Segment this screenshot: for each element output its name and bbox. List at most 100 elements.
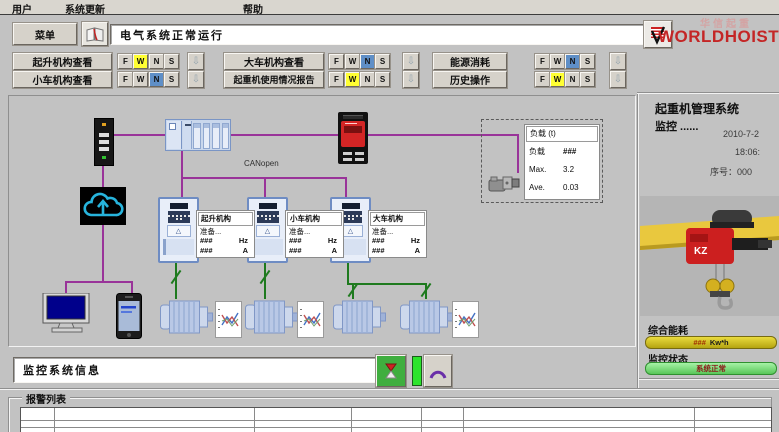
load-value: ###: [563, 143, 576, 161]
energy-unit: Kw*h: [710, 338, 729, 347]
fwns-trolley-n[interactable]: N: [149, 72, 164, 87]
bus-line: [229, 134, 338, 136]
energy-value: ###: [693, 338, 706, 347]
separator: [0, 388, 779, 390]
drive-title: 大车机构: [370, 212, 425, 226]
desktop-computer-icon: [40, 293, 96, 335]
down-arrow-icon: ⇩: [192, 75, 200, 85]
brand-logo: WORLDHOIST: [658, 27, 779, 47]
trend-chart-icon: [215, 301, 242, 338]
drive-frequency-value: ###: [200, 236, 213, 246]
load-label: 负载: [529, 143, 563, 161]
report-download-button[interactable]: ⇩: [403, 71, 419, 88]
drive-info-gantry: 大车机构 准备... ###Hz ###A: [368, 210, 427, 258]
vfd-hoist-icon: △: [158, 197, 199, 263]
drive-current-unit: A: [415, 246, 420, 256]
separator: [639, 378, 779, 380]
nav-history-button[interactable]: 历史操作: [433, 71, 507, 88]
drive-current-unit: A: [243, 246, 248, 256]
drive-current-value: ###: [200, 246, 213, 256]
hourglass-icon: [382, 361, 400, 381]
trend-chart-icon: [452, 301, 479, 338]
menu-help[interactable]: 帮助: [243, 1, 263, 16]
fwns-trolley-s[interactable]: S: [164, 72, 179, 87]
nav-gantry-view-button[interactable]: 大车机构查看: [224, 53, 324, 70]
fwns-history-f[interactable]: F: [535, 72, 550, 87]
separator: [637, 93, 639, 388]
monitor-info-field[interactable]: 监控系统信息: [13, 357, 376, 383]
load-ave-label: Ave.: [529, 179, 563, 197]
cloud-upload-icon: [80, 187, 126, 225]
trend-chart-icon: [297, 301, 324, 338]
fwns-report-f[interactable]: F: [329, 72, 344, 87]
nav-energy-button[interactable]: 能源消耗: [433, 53, 507, 70]
alarm-ack-button[interactable]: [376, 355, 406, 387]
fwns-energy-s[interactable]: S: [580, 54, 595, 69]
fwns-history-s[interactable]: S: [580, 72, 595, 87]
fwns-energy-n[interactable]: N: [565, 54, 580, 69]
fwns-hoist-s[interactable]: S: [164, 54, 179, 69]
down-arrow-icon: ⇩: [614, 75, 622, 85]
drive-frequency-unit: Hz: [411, 236, 420, 246]
menu-system-update[interactable]: 系统更新: [65, 1, 105, 16]
gantry-download-button[interactable]: ⇩: [403, 53, 419, 70]
fwns-hoist-w[interactable]: W: [133, 54, 148, 69]
ethernet-switch-icon: [94, 118, 114, 166]
fwns-energy-f[interactable]: F: [535, 54, 550, 69]
drive-frequency-value: ###: [372, 236, 385, 246]
trolley-download-button[interactable]: ⇩: [188, 71, 204, 88]
bus-line: [345, 177, 347, 197]
drive-frequency-value: ###: [289, 236, 302, 246]
drive-frequency-unit: Hz: [239, 236, 248, 246]
drive-frequency-unit: Hz: [328, 236, 337, 246]
bus-line: [112, 134, 165, 136]
load-max-value: 3.2: [563, 161, 574, 179]
time-display: 18:06:: [735, 147, 760, 157]
plc-icon: [165, 119, 231, 151]
sidebar-subtitle: 监控 ......: [655, 118, 698, 134]
down-arrow-icon: ⇩: [192, 57, 200, 67]
system-status-field[interactable]: 电气系统正常运行: [110, 24, 649, 45]
fwns-gantry-s[interactable]: S: [375, 54, 390, 69]
fwns-gantry-f[interactable]: F: [329, 54, 344, 69]
load-cell-icon: [487, 171, 521, 195]
fwns-report-n[interactable]: N: [360, 72, 375, 87]
fwns-energy-w[interactable]: W: [550, 54, 565, 69]
fwns-gantry-n[interactable]: N: [360, 54, 375, 69]
trend-curve-button[interactable]: [424, 355, 452, 387]
bus-line: [65, 281, 133, 283]
history-download-button[interactable]: ⇩: [610, 71, 626, 88]
hoist-download-button[interactable]: ⇩: [188, 53, 204, 70]
logbook-button[interactable]: [82, 22, 108, 46]
serial-display: 序号：000: [710, 165, 752, 178]
fwns-report-s[interactable]: S: [375, 72, 390, 87]
alarm-table[interactable]: [20, 407, 772, 432]
fwns-history-n[interactable]: N: [565, 72, 580, 87]
energy-download-button[interactable]: ⇩: [610, 53, 626, 70]
book-icon: [86, 27, 104, 42]
fwns-hoist-n[interactable]: N: [149, 54, 164, 69]
status-value: 系统正常: [696, 363, 726, 374]
fwns-gantry-w[interactable]: W: [345, 54, 360, 69]
fwns-trolley-w[interactable]: W: [133, 72, 148, 87]
drive-status: 准备...: [286, 227, 343, 236]
triangle-up-icon: △: [256, 225, 280, 237]
fwns-trolley-f[interactable]: F: [118, 72, 133, 87]
load-max-label: Max.: [529, 161, 563, 179]
bus-line: [102, 225, 104, 283]
svg-text:KZ: KZ: [694, 246, 707, 257]
menu-user[interactable]: 用户: [12, 1, 32, 16]
run-indicator: [412, 356, 422, 386]
motor-trolley-icon: [245, 299, 299, 335]
canopen-label: CANopen: [244, 159, 279, 168]
date-display: 2010-7-2: [723, 129, 759, 139]
menu-button[interactable]: 菜单: [13, 23, 77, 45]
nav-usage-report-button[interactable]: 起重机使用情况报告: [224, 71, 324, 88]
fwns-report-w[interactable]: W: [345, 72, 360, 87]
nav-hoist-view-button[interactable]: 起升机构查看: [13, 53, 112, 70]
down-arrow-icon: ⇩: [407, 75, 415, 85]
fwns-hoist-f[interactable]: F: [118, 54, 133, 69]
nav-trolley-view-button[interactable]: 小车机构查看: [13, 71, 112, 88]
fwns-history-w[interactable]: W: [550, 72, 565, 87]
motor-gantry-right-icon: [400, 299, 454, 335]
